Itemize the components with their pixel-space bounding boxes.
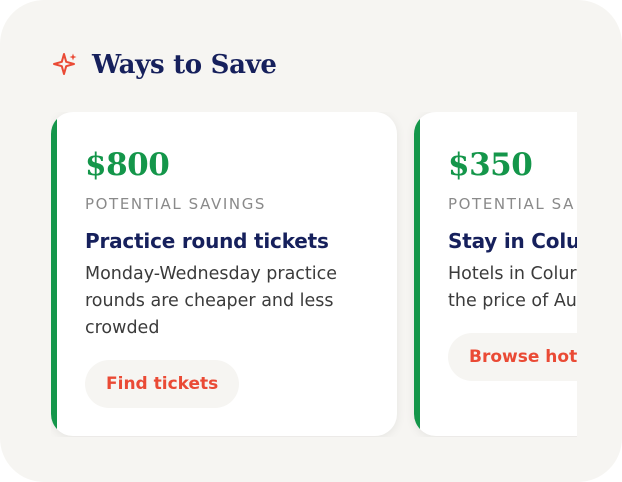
savings-card[interactable]: $350 POTENTIAL SA Stay in Colu Hotels in… [414,112,577,436]
card-description: Monday-Wednesday practice rounds are che… [85,264,338,338]
card-title: Stay in Colu [448,229,577,253]
ways-to-save-panel: Ways to Save $800 POTENTIAL SAVINGS Prac… [0,0,622,482]
browse-hotels-button[interactable]: Browse hote [448,333,577,381]
card-description: Hotels in Colur the price of Au [448,261,577,315]
card-accent-bar [51,112,57,436]
card-accent-bar [414,112,420,436]
section-header: Ways to Save [52,50,277,80]
savings-label: POTENTIAL SA [448,195,575,213]
card-description-line: Hotels in Colur [448,264,577,284]
section-title: Ways to Save [92,50,277,80]
card-title: Practice round tickets [85,229,329,253]
savings-amount: $350 [448,147,533,183]
sparkle-icon [52,52,78,78]
savings-label: POTENTIAL SAVINGS [85,195,267,213]
savings-card[interactable]: $800 POTENTIAL SAVINGS Practice round ti… [51,112,397,436]
find-tickets-button[interactable]: Find tickets [85,360,240,408]
savings-amount: $800 [85,147,170,183]
savings-carousel[interactable]: $800 POTENTIAL SAVINGS Practice round ti… [51,112,577,437]
card-description-line: the price of Au [448,291,577,311]
